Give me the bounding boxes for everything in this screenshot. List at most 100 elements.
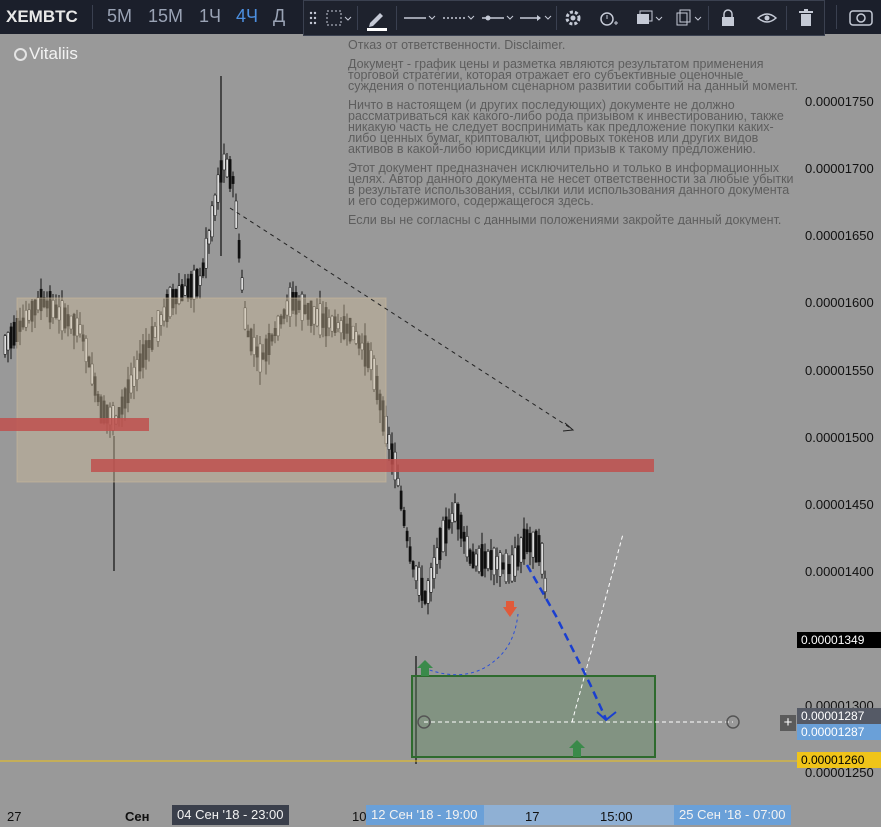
candle-up	[492, 547, 496, 576]
arc-curve	[423, 613, 519, 676]
candle-up	[432, 557, 436, 579]
candle-down	[231, 176, 235, 184]
candle-down	[522, 528, 526, 560]
candle-up	[453, 502, 457, 522]
divider	[708, 6, 709, 30]
candle-up	[222, 153, 226, 171]
candle-up	[519, 537, 523, 563]
disclaimer-paragraph: Ничто в настоящем (и других последующих)…	[348, 98, 784, 156]
candle-up	[387, 434, 391, 450]
candle-up	[465, 536, 469, 558]
candle-down	[195, 268, 199, 297]
candle-up	[450, 513, 454, 523]
target-zone-box	[411, 675, 656, 758]
candle-up	[3, 335, 7, 355]
candle-down	[534, 530, 538, 563]
candle-up	[213, 194, 217, 216]
time-tick: Сен	[125, 809, 150, 824]
candle-up	[435, 547, 439, 565]
price-tick: 0.00001700	[805, 161, 874, 177]
timeframe-1h[interactable]: 1Ч	[199, 6, 221, 27]
candle-up	[510, 554, 514, 582]
divider	[357, 6, 358, 30]
divider	[92, 5, 93, 29]
candle-up	[414, 565, 418, 581]
candle-down	[468, 549, 472, 564]
candle-down	[516, 545, 520, 567]
candle-down	[483, 551, 487, 569]
time-tick: 27	[7, 809, 22, 824]
candle-down	[237, 239, 241, 259]
disclaimer-paragraph: Этот документ предназначен исключительно…	[348, 161, 794, 208]
add-level-button[interactable]: +	[780, 715, 796, 731]
layers-icon[interactable]	[634, 7, 664, 36]
candle-down	[537, 535, 541, 563]
candle-down	[447, 519, 451, 529]
candle-up	[204, 238, 208, 269]
candle-down	[507, 563, 511, 575]
candle-up	[198, 275, 202, 286]
price-tag: 0.00001287	[797, 723, 881, 740]
timeframe-4h[interactable]: 4Ч	[236, 6, 258, 27]
lock-icon[interactable]	[718, 7, 738, 36]
candle-up	[207, 230, 211, 245]
alert-icon[interactable]	[596, 7, 620, 36]
candle-down	[471, 551, 475, 569]
frame-icon[interactable]	[324, 7, 352, 36]
price-tick: 0.00001400	[805, 563, 874, 579]
candle-down	[405, 530, 409, 542]
clone-icon[interactable]	[673, 7, 703, 36]
price-tick: 0.00001450	[805, 496, 874, 512]
candle-up	[498, 552, 502, 577]
candle-down	[438, 528, 442, 560]
candle-up	[396, 478, 400, 486]
line-ends-icon[interactable]	[480, 7, 514, 36]
time-axis[interactable]: 27 Сен 04 Сен '18 - 23:00 10 12 Сен '18 …	[0, 803, 881, 827]
author-avatar-icon	[14, 48, 27, 62]
visibility-icon[interactable]	[756, 7, 778, 36]
candle-up	[225, 158, 229, 178]
candle-down	[462, 531, 466, 542]
camera-icon[interactable]	[848, 6, 874, 35]
time-tick: 17	[525, 809, 540, 824]
candle-down	[501, 562, 505, 570]
candle-down	[408, 546, 412, 562]
drawing-toolbar	[303, 0, 825, 36]
divider	[786, 6, 787, 30]
line-style-dashed-icon[interactable]	[441, 7, 475, 36]
candle-down	[402, 510, 406, 526]
disclaimer-paragraph: Если вы не согласны с данными положениям…	[348, 213, 782, 225]
divider	[396, 6, 397, 30]
author-name: Vitaliis	[29, 44, 78, 63]
candle-up	[210, 205, 214, 238]
candle-down	[423, 590, 427, 604]
candle-up	[543, 577, 547, 593]
arrow-end-icon[interactable]	[518, 7, 552, 36]
settings-icon[interactable]	[562, 7, 584, 36]
timeframe-15m[interactable]: 15M	[148, 6, 183, 27]
candle-up	[417, 567, 421, 596]
time-range-highlight	[484, 805, 674, 825]
author-label: Vitaliis	[14, 44, 78, 64]
candle-down	[420, 577, 424, 601]
pencil-icon[interactable]	[364, 7, 390, 38]
consolidation-range-box	[16, 297, 387, 483]
symbol-title[interactable]: XEMBTC	[6, 7, 78, 27]
candle-down	[399, 490, 403, 510]
line-color-icon[interactable]	[402, 7, 436, 36]
drag-handle-icon[interactable]	[308, 7, 318, 36]
resistance-zone-lower	[91, 459, 654, 472]
candle-up	[6, 332, 10, 351]
candle-up	[240, 277, 244, 291]
trash-icon[interactable]	[797, 7, 815, 36]
timeframe-1d[interactable]: Д	[273, 6, 285, 27]
range-end-pill: 25 Сен '18 - 07:00	[674, 805, 791, 825]
timeframe-5m[interactable]: 5M	[107, 6, 132, 27]
range-start-pill: 12 Сен '18 - 19:00	[366, 805, 484, 825]
candle-up	[504, 553, 508, 582]
candle-down	[480, 544, 484, 576]
time-tick: 15:00	[600, 809, 633, 824]
candle-down	[411, 561, 415, 570]
candle-up	[477, 548, 481, 572]
candle-up	[540, 543, 544, 575]
